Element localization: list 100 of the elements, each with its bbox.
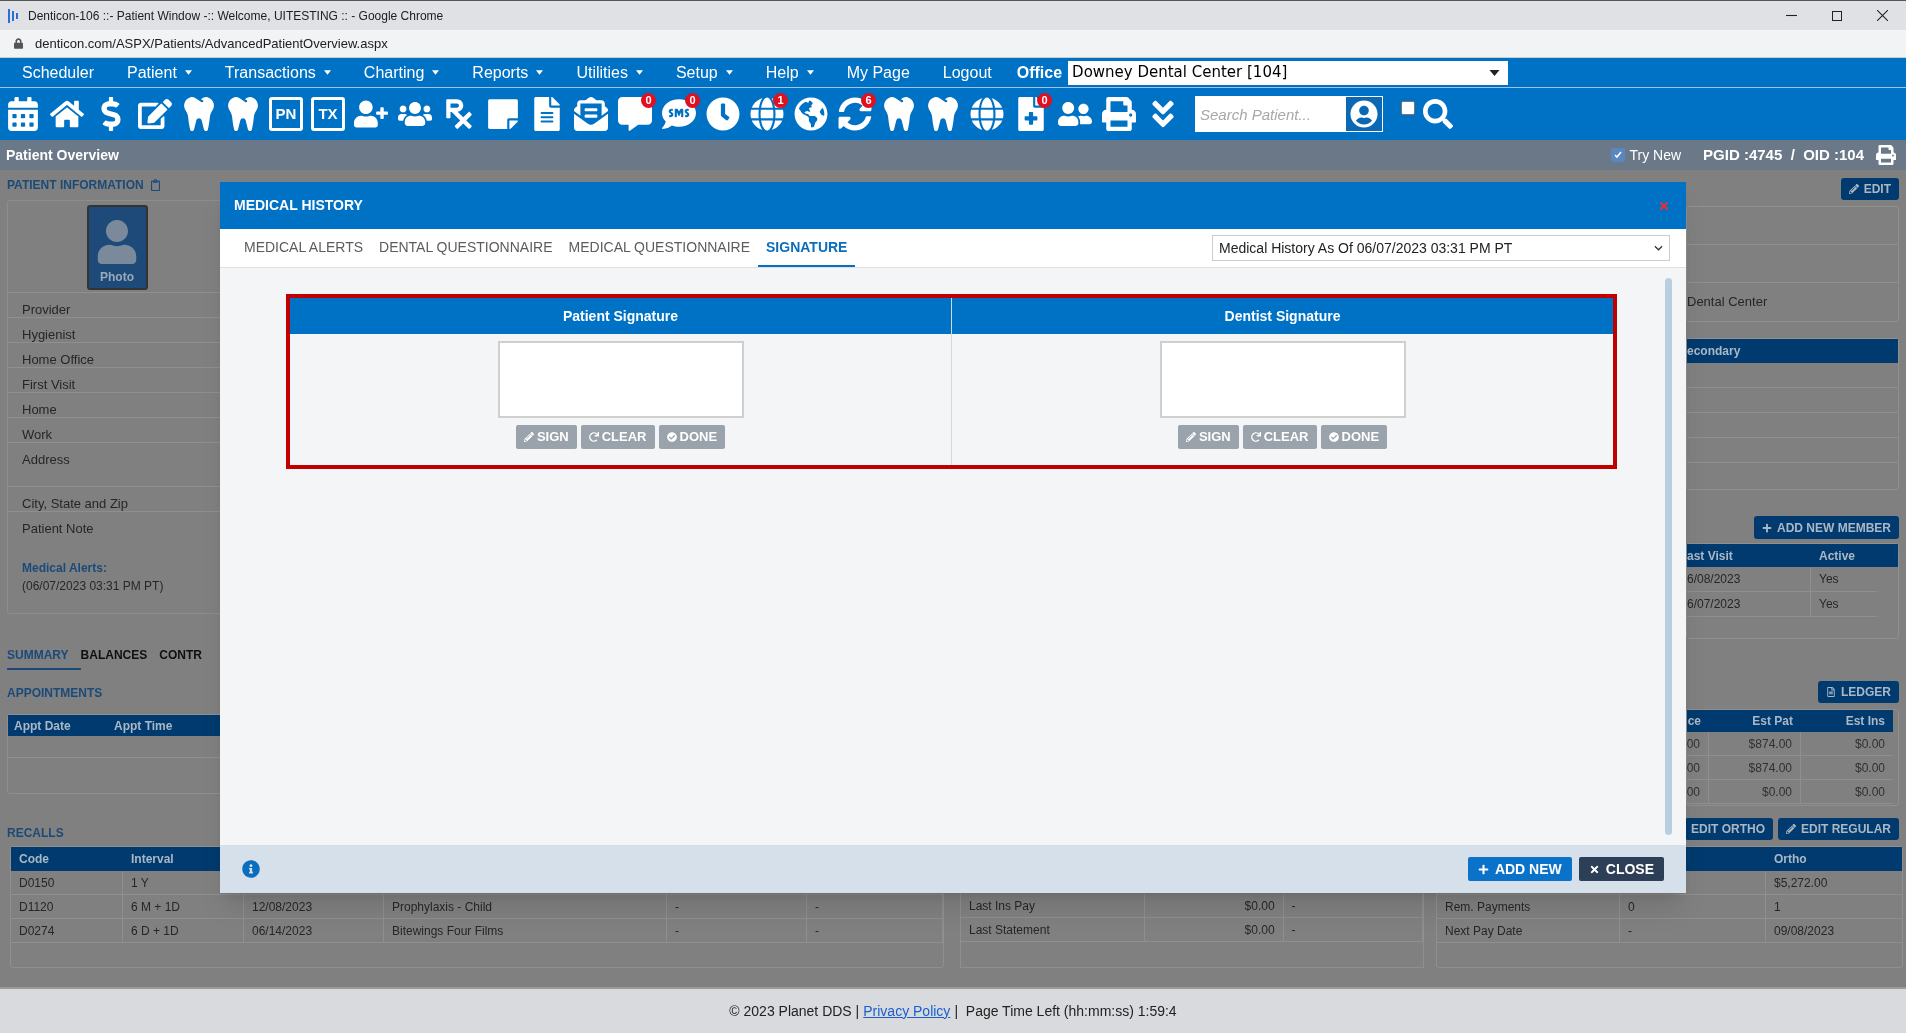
field-label: Address xyxy=(22,452,70,467)
table-cell: D0274 xyxy=(11,919,123,943)
tab[interactable]: MEDICAL ALERTS xyxy=(236,237,372,267)
search-field[interactable]: Search Patient... xyxy=(1195,96,1345,132)
checkbox[interactable] xyxy=(1401,101,1415,115)
calendar-icon[interactable] xyxy=(6,97,40,131)
table-cell: D1120 xyxy=(11,895,123,919)
note-icon[interactable] xyxy=(486,97,520,131)
tab[interactable]: MEDICAL QUESTIONNAIRE xyxy=(560,237,759,267)
count-badge: 0 xyxy=(685,93,700,108)
envelope-icon[interactable] xyxy=(574,97,608,131)
sms-icon[interactable] xyxy=(662,97,696,131)
table-cell-text: $0.00 xyxy=(1853,759,1886,777)
table-cell-text: $0.00 xyxy=(1853,735,1886,753)
chevron-icon xyxy=(1654,245,1663,251)
patient-search-button[interactable] xyxy=(1345,96,1383,132)
column-header: Code xyxy=(18,851,50,868)
caret-icon xyxy=(725,70,733,75)
table-cell: - xyxy=(1283,894,1423,918)
globe-icon[interactable] xyxy=(794,97,828,131)
globe-icon[interactable] xyxy=(970,97,1004,131)
menu-item[interactable]: Utilities xyxy=(576,60,643,85)
table-cell: 12/08/2023 xyxy=(244,895,384,919)
menu-item[interactable]: Setup xyxy=(675,60,733,85)
edit-ortho-button[interactable]: EDIT ORTHO xyxy=(1685,818,1773,840)
menu-item[interactable]: My Page xyxy=(846,60,910,85)
group-search-icon[interactable] xyxy=(1423,99,1453,129)
patient-ids: PGID :4745 / OID :104 xyxy=(1703,144,1864,165)
table-cell: Next Pay Date xyxy=(1437,919,1620,943)
count-badge: 0 xyxy=(1037,93,1052,108)
edit-button[interactable]: EDIT xyxy=(1840,178,1899,200)
tooth-icon[interactable] xyxy=(882,97,916,131)
checkbox[interactable] xyxy=(1610,148,1625,162)
table-cell: $0.00 xyxy=(1145,894,1284,918)
tab[interactable]: SIGNATURE xyxy=(758,237,856,267)
check-icon xyxy=(666,432,677,442)
time-left-text: | Page Time Left (hh:mm:ss) 1:59:4 xyxy=(954,1001,1177,1021)
history-select[interactable]: Medical History As Of 06/07/2023 03:31 PM PT xyxy=(1212,235,1670,261)
chat-icon[interactable] xyxy=(618,97,652,131)
link[interactable]: 1 xyxy=(1766,895,1902,919)
field-label: Home xyxy=(22,402,57,417)
person-icon xyxy=(97,220,137,264)
alerts-date: (06/07/2023 03:31 PM PT) xyxy=(22,578,165,595)
menu-item[interactable]: Reports xyxy=(472,60,544,85)
pencil-note-icon[interactable] xyxy=(138,97,172,131)
app-logo-icon xyxy=(8,8,18,23)
menu-item[interactable]: Logout xyxy=(942,60,992,85)
edit-regular-button[interactable]: EDIT REGULAR xyxy=(1778,818,1899,840)
maximize-icon[interactable] xyxy=(1832,10,1842,21)
field-label: Home Office xyxy=(22,352,94,367)
toolbar-button[interactable]: TX xyxy=(311,97,345,131)
section-title: RECALLS xyxy=(7,825,65,842)
tooth-icon[interactable] xyxy=(226,97,260,131)
count-badge: 1 xyxy=(773,93,788,108)
column-header: Ortho xyxy=(1773,851,1808,868)
table-cell: - xyxy=(1283,918,1423,942)
column-header: Appt Date xyxy=(13,717,72,735)
menu-item[interactable]: Patient xyxy=(127,60,192,85)
alerts-label: Medical Alerts: xyxy=(22,560,108,577)
tooth-icon[interactable] xyxy=(182,97,216,131)
table-cell: $0.00 xyxy=(1145,918,1284,942)
table-cell: 0 xyxy=(1620,895,1766,919)
clock-icon[interactable] xyxy=(706,97,740,131)
close-button[interactable]: CLOSE xyxy=(1578,857,1664,881)
ledger-button[interactable]: LEDGER xyxy=(1818,681,1899,703)
caret-icon xyxy=(635,70,643,75)
url-text[interactable]: denticon.com/ASPX/Patients/AdvancedPatientOverview.aspx xyxy=(35,33,388,54)
privacy-link[interactable]: Privacy Policy xyxy=(863,1000,951,1022)
tab[interactable]: CONTR xyxy=(159,646,214,670)
column-header: Appt Time xyxy=(113,717,174,735)
menu-item[interactable]: Help xyxy=(765,60,814,85)
close-icon[interactable] xyxy=(1877,10,1888,21)
add-member-button[interactable]: ADD NEW MEMBER xyxy=(1754,516,1899,539)
menu-item[interactable]: Charting xyxy=(363,60,440,85)
printer-icon[interactable] xyxy=(1102,97,1136,131)
add-button[interactable]: ADD NEW xyxy=(1467,857,1572,881)
table-cell: 00 xyxy=(1687,756,1709,779)
office-select[interactable]: Downey Dental Center [104] xyxy=(1068,60,1509,85)
clipboard-icon[interactable] xyxy=(149,179,161,191)
printer-icon[interactable] xyxy=(1876,145,1896,165)
photo-button[interactable]: Photo xyxy=(86,205,148,290)
count-badge: 0 xyxy=(641,93,656,108)
table-cell-text: Yes xyxy=(1818,596,1839,613)
toolbar-button[interactable]: PN xyxy=(269,97,303,131)
table-cell: 6 D + 1D xyxy=(123,919,244,943)
table-cell: $0.00 xyxy=(1709,780,1801,803)
checkbox-label: Try New xyxy=(1629,145,1682,165)
globe-icon[interactable] xyxy=(750,97,784,131)
tab[interactable]: DENTAL QUESTIONNAIRE xyxy=(371,237,561,267)
copyright-text: © 2023 Planet DDS | xyxy=(729,1001,860,1021)
tooth-icon[interactable] xyxy=(926,97,960,131)
user-plus-icon[interactable] xyxy=(354,97,388,131)
menu-item[interactable]: Transactions xyxy=(224,60,331,85)
table-cell: 09/08/2023 xyxy=(1766,919,1902,943)
table-cell: $5,272.00 xyxy=(1766,871,1902,895)
tab[interactable]: BALANCES xyxy=(80,646,160,670)
table-cell: Rem. Payments xyxy=(1437,895,1620,919)
menu-item[interactable]: Scheduler xyxy=(22,60,95,85)
info-icon[interactable] xyxy=(242,860,260,878)
column-header: Patient Signature xyxy=(290,298,951,334)
